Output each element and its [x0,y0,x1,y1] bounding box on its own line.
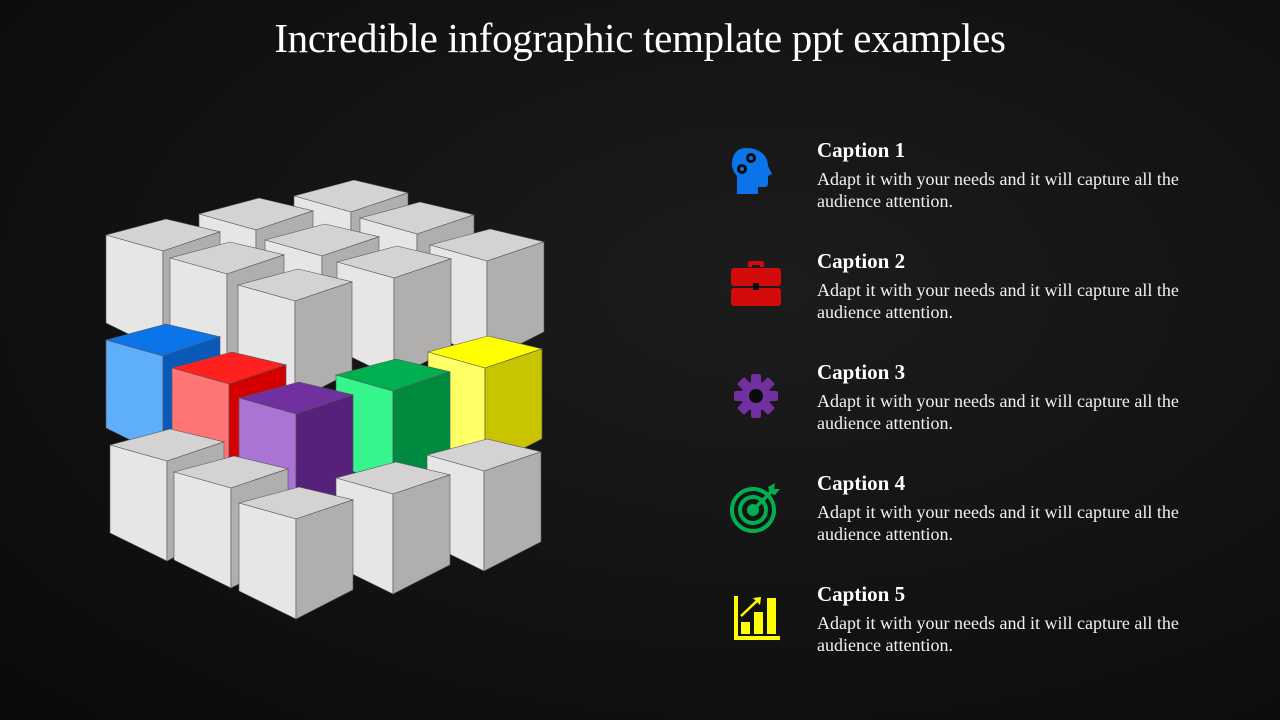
briefcase-icon [731,261,781,306]
caption-text: Adapt it with your needs and it will cap… [817,502,1179,544]
caption-title: Caption 4 [817,471,906,495]
cube-left-face [109,444,168,562]
caption-item-5: Caption 5 Adapt it with your needs and i… [728,582,1188,672]
caption-title: Caption 3 [817,360,906,384]
cube-right-face [392,474,451,595]
caption-text: Adapt it with your needs and it will cap… [817,613,1179,655]
caption-text: Adapt it with your needs and it will cap… [817,391,1179,433]
cube-grey [237,486,355,620]
target-icon [730,483,780,533]
caption-title: Caption 5 [817,582,906,606]
cube-left-face [173,471,232,589]
head-gears-icon [732,148,772,194]
caption-text: Adapt it with your needs and it will cap… [817,280,1179,322]
caption-text: Adapt it with your needs and it will cap… [817,169,1179,211]
caption-title: Caption 2 [817,249,906,273]
caption-item-2: Caption 2 Adapt it with your needs and i… [728,249,1188,339]
cube-left-face [238,502,297,620]
caption-item-4: Caption 4 Adapt it with your needs and i… [728,471,1188,561]
caption-title: Caption 1 [817,138,906,162]
gear-icon [734,374,778,418]
cube-right-face [483,451,542,572]
caption-item-3: Caption 3 Adapt it with your needs and i… [728,360,1188,450]
caption-item-1: Caption 1 Adapt it with your needs and i… [728,138,1188,228]
growth-chart-icon [734,596,780,640]
cube-right-face [295,499,354,620]
